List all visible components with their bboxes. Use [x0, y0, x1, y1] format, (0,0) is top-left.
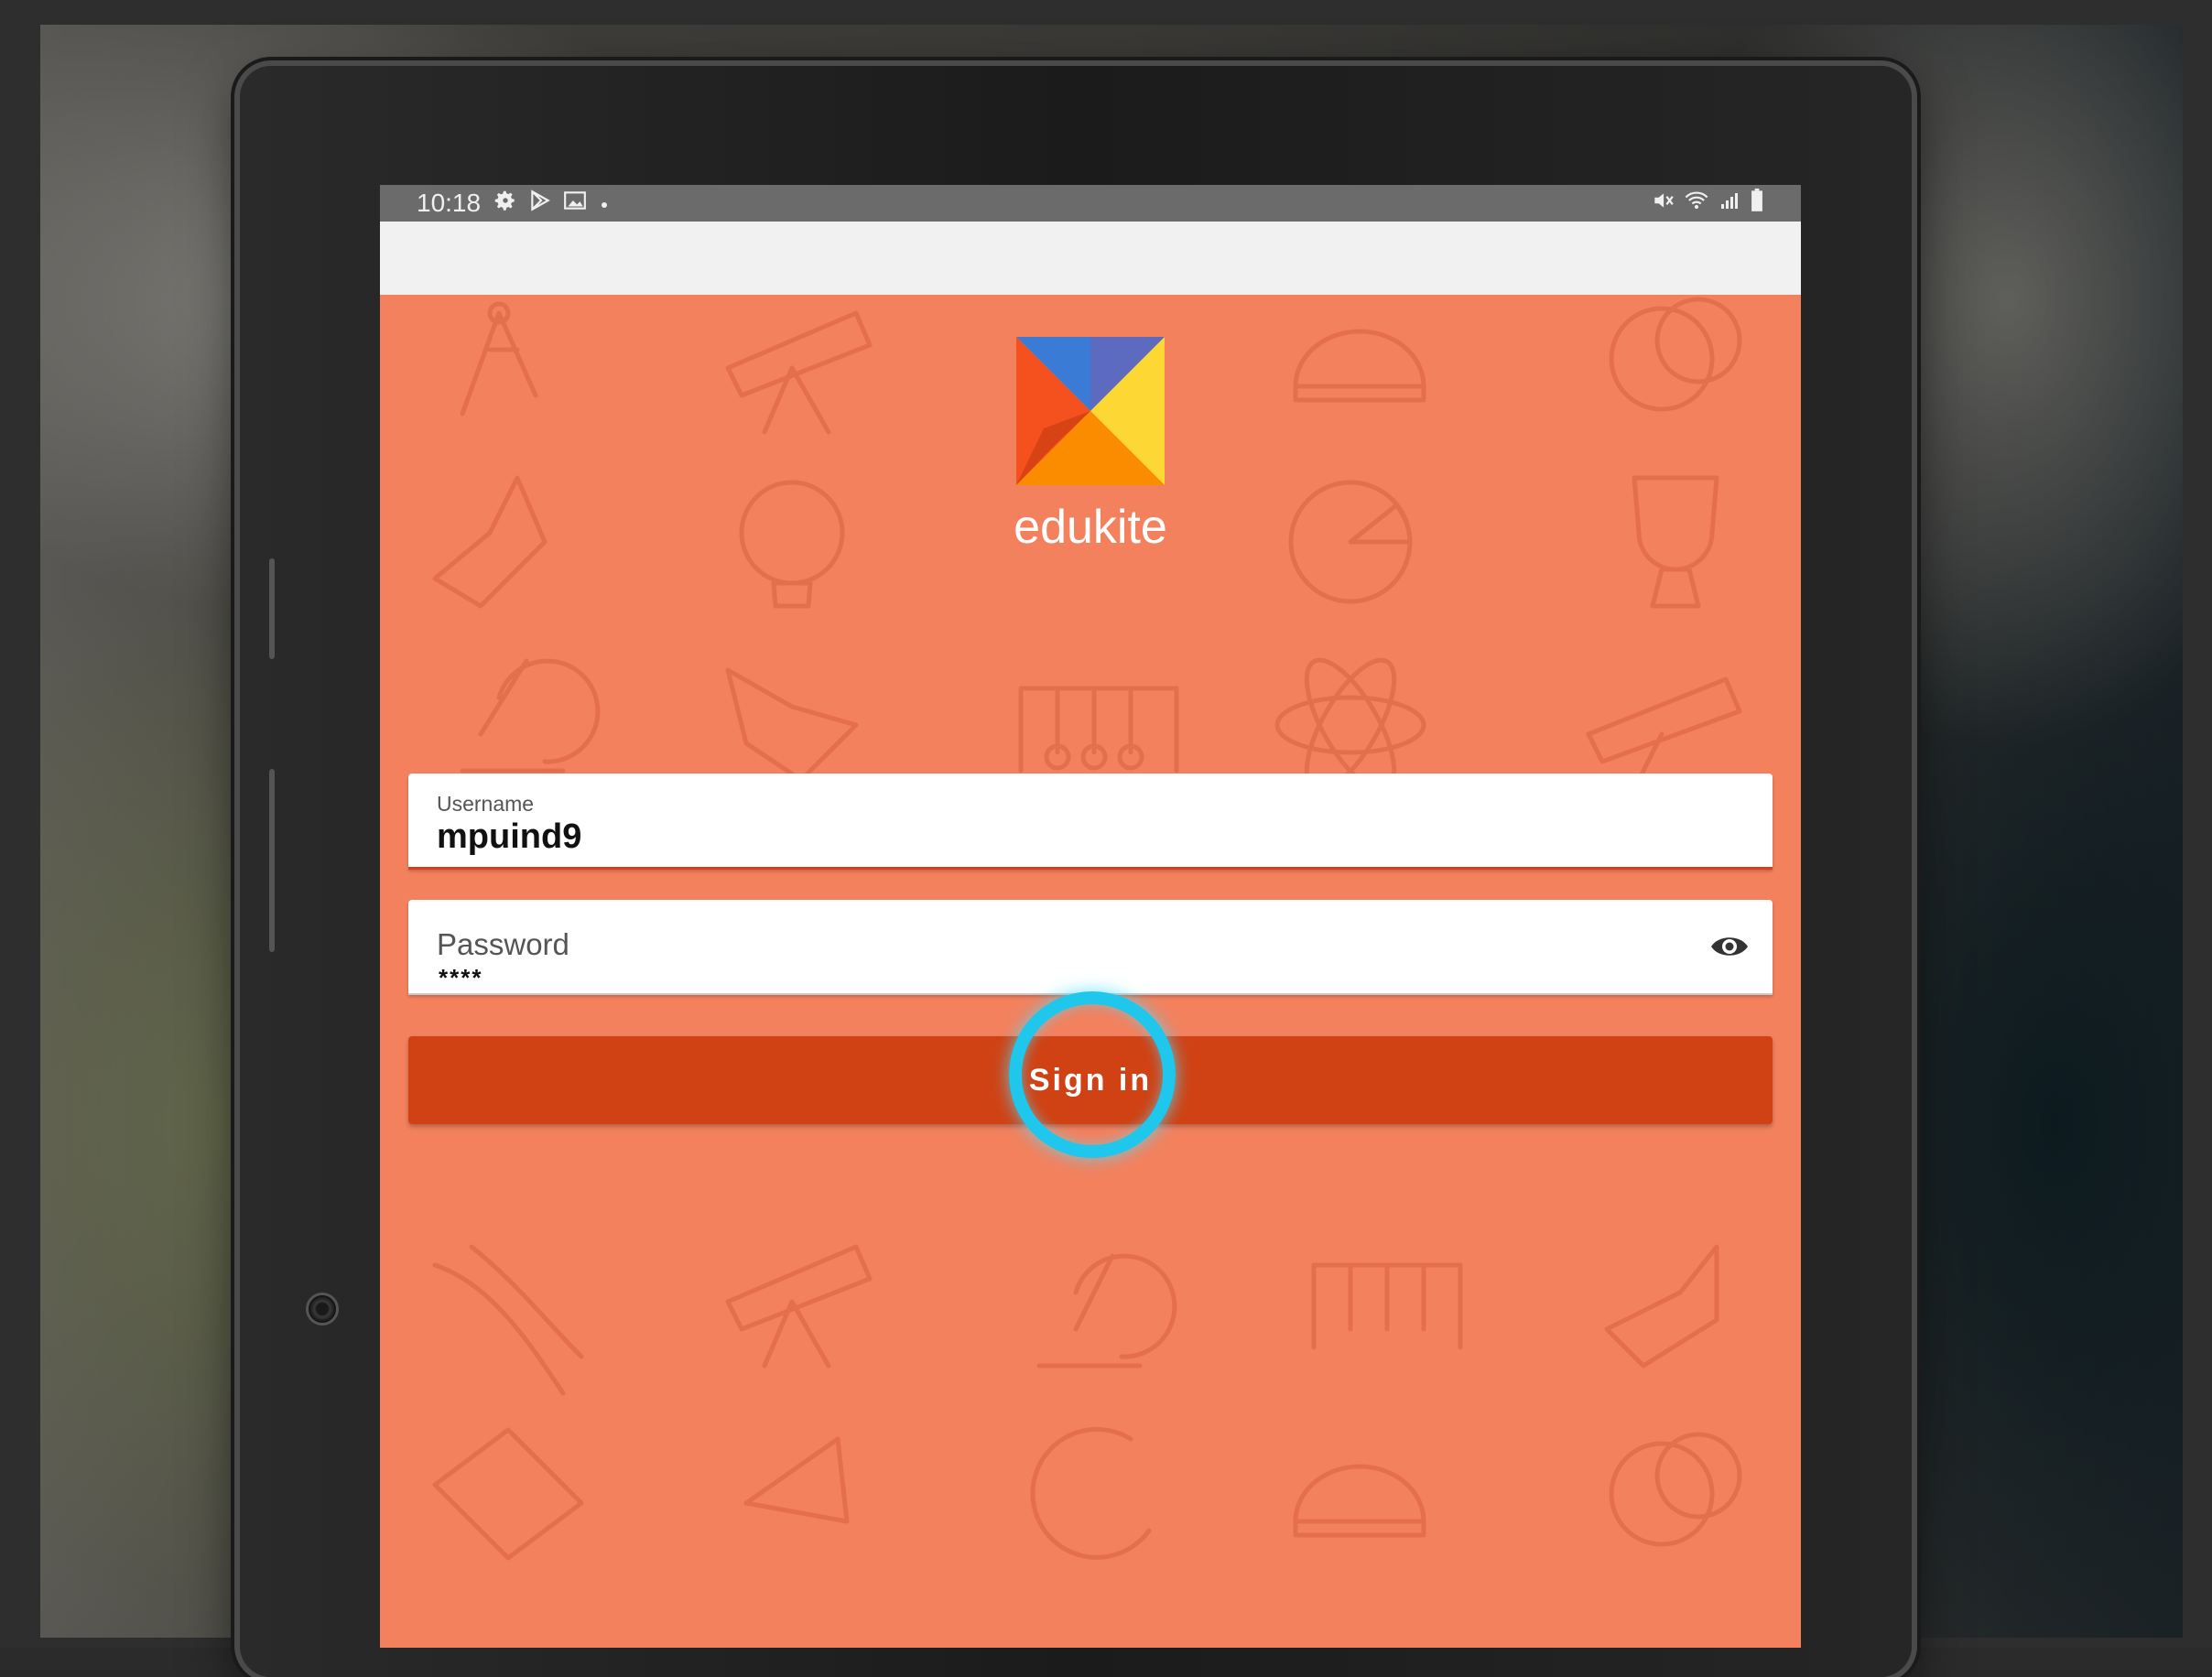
telescope-icon — [725, 310, 873, 435]
status-time: 10:18 — [417, 189, 482, 217]
dna-icon — [432, 1244, 584, 1396]
edukite-logo-icon — [1016, 337, 1165, 485]
username-input[interactable]: mpuind9 — [437, 817, 581, 857]
triangle-icon — [743, 1436, 850, 1524]
image-icon — [563, 189, 587, 218]
flask-icon-2 — [725, 667, 859, 783]
status-system-icons — [1651, 185, 1764, 222]
mute-icon — [1651, 189, 1675, 219]
device-screen: 10:18 edukite Username mpuind9 Password … — [380, 185, 1801, 1648]
protractor-icon — [1293, 329, 1426, 403]
compass-icon — [460, 301, 538, 417]
power-button — [269, 769, 275, 952]
username-label: Username — [437, 792, 535, 816]
screenshot-frame: 10:18 edukite Username mpuind9 Password … — [0, 0, 2212, 1677]
microscope-icon-2 — [1036, 1253, 1177, 1369]
password-label: Password — [437, 927, 569, 961]
venn-icon-2 — [1609, 1432, 1742, 1547]
cradle-icon-2 — [1311, 1262, 1463, 1350]
password-input[interactable]: **** — [439, 966, 483, 990]
password-field[interactable]: Password **** — [408, 900, 1773, 995]
magnet-icon — [1030, 1426, 1152, 1560]
eye-icon[interactable] — [1708, 931, 1751, 962]
volume-button — [269, 558, 275, 659]
sign-in-button[interactable]: Sign in — [408, 1036, 1773, 1124]
app-bar — [380, 222, 1801, 295]
microscope-icon — [460, 658, 601, 774]
cradle-icon — [1018, 686, 1179, 774]
status-bar: 10:18 — [380, 185, 1801, 222]
telescope-icon-3 — [725, 1244, 873, 1369]
telescope-icon-2 — [1586, 676, 1742, 792]
flask-icon-3 — [1604, 1244, 1719, 1369]
map-icon — [432, 1427, 584, 1561]
protractor-icon-2 — [1293, 1464, 1426, 1538]
brand-name: edukite — [1014, 501, 1167, 554]
dot-icon — [598, 189, 611, 218]
battery-icon — [1750, 188, 1764, 219]
username-field[interactable]: Username mpuind9 — [408, 774, 1773, 870]
play-store-icon — [528, 189, 552, 219]
gear-icon — [493, 189, 517, 219]
camera-icon — [306, 1293, 339, 1325]
status-notification-icons — [493, 189, 611, 219]
wifi-icon — [1684, 189, 1709, 218]
venn-icon — [1609, 297, 1742, 412]
signal-icon — [1719, 189, 1740, 218]
